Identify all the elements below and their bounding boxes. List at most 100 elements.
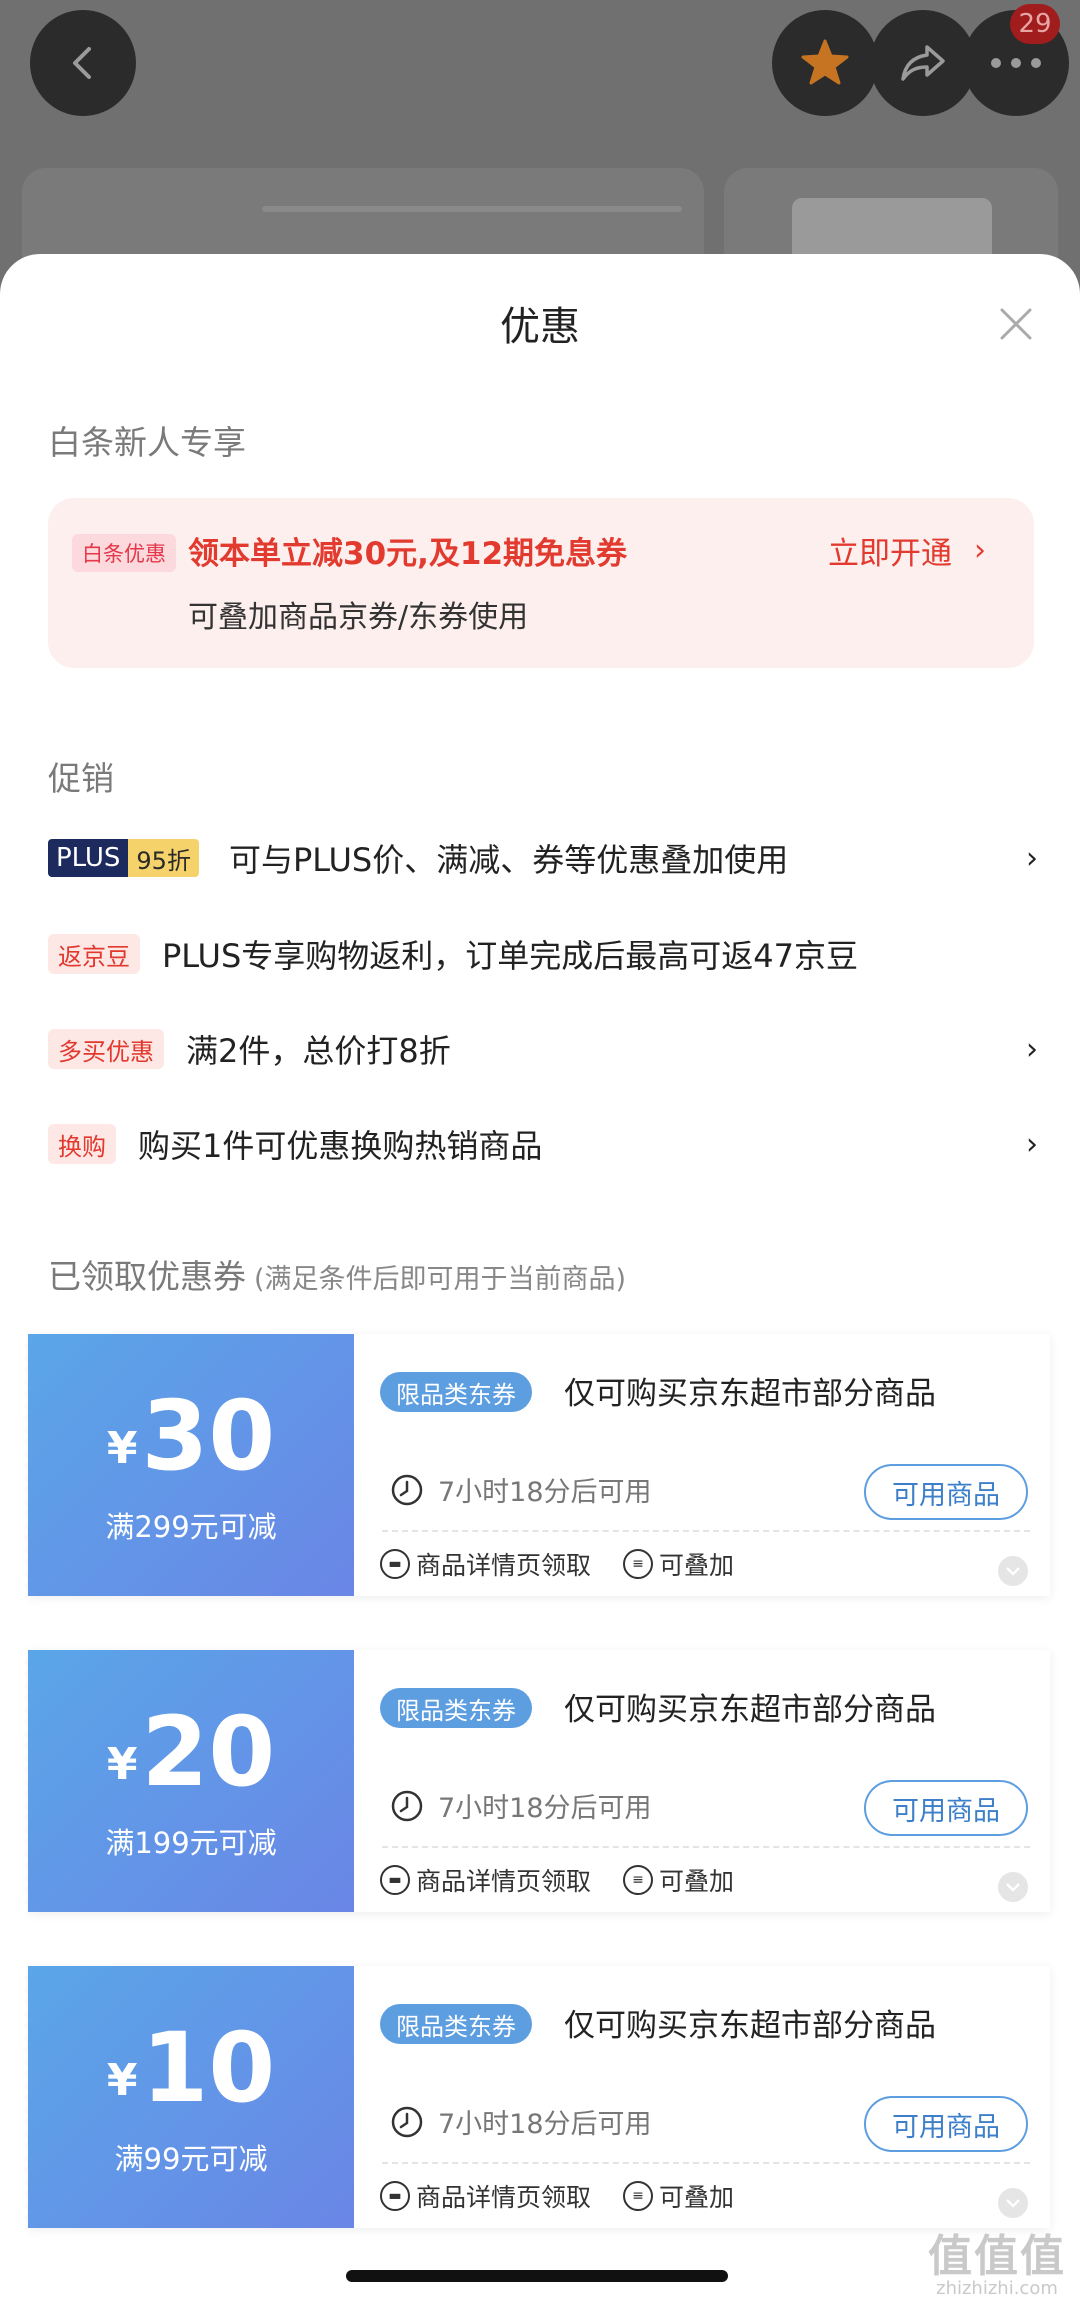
- promo-text: 满2件，总价打8折: [186, 1032, 451, 1070]
- coupon-card: ¥10 满99元可减 限品类东券 仅可购买京东超市部分商品 7小时18分后可用 …: [22, 1966, 1050, 2228]
- chevron-right-icon: ›: [1026, 1031, 1038, 1067]
- coupon-amount: ¥30: [28, 1380, 354, 1492]
- chevron-down-icon: [1006, 2199, 1020, 2208]
- plus-tag-label: PLUS: [48, 839, 129, 877]
- coupon-type-tag: 限品类东券: [380, 1372, 532, 1412]
- coupon-description: 仅可购买京东超市部分商品: [564, 1376, 936, 1412]
- divider: [382, 1530, 1030, 1532]
- star-icon: [801, 39, 849, 85]
- notification-badge: 29: [1010, 4, 1060, 44]
- promo-text: PLUS专享购物返利，订单完成后最高可返47京豆: [162, 937, 858, 975]
- coupon-stackable: 可叠加: [659, 2183, 735, 2212]
- stack-icon: ≡: [623, 1865, 654, 1895]
- watermark: 值值值 zhizhizhi.com: [928, 2220, 1066, 2299]
- promo-tag: 返京豆: [48, 934, 140, 974]
- baitiao-section-title: 白条新人专享: [48, 423, 246, 462]
- coupon-amount-value: 10: [141, 2012, 276, 2124]
- chevron-right-icon: ›: [1026, 840, 1038, 876]
- open-baitiao-label: 立即开通: [828, 536, 952, 572]
- close-icon[interactable]: [996, 304, 1036, 344]
- watermark-site: zhizhizhi.com: [936, 2278, 1058, 2299]
- currency-symbol: ¥: [106, 1739, 138, 1790]
- coupon-value-panel: ¥30 满299元可减: [22, 1334, 354, 1596]
- coupon-time-text: 7小时18分后可用: [438, 1793, 652, 1824]
- expand-toggle[interactable]: [998, 2188, 1028, 2218]
- promo-row-plus[interactable]: PLUS 95折 可与PLUS价、满减、券等优惠叠加使用 ›: [48, 828, 1038, 888]
- coupon-condition: 满299元可减: [105, 1510, 277, 1544]
- coupon-value-panel: ¥10 满99元可减: [22, 1966, 354, 2228]
- coupon-description: 仅可购买京东超市部分商品: [564, 1692, 936, 1728]
- ticket-icon: ▬: [380, 1865, 410, 1895]
- coupon-footer: ▬ 商品详情页领取 ≡ 可叠加: [380, 2178, 734, 2214]
- share-icon: [901, 45, 945, 81]
- promo-row-jingdou: 返京豆 PLUS专享购物返利，订单完成后最高可返47京豆: [48, 924, 1038, 984]
- chevron-left-icon: [73, 47, 91, 79]
- promo-tag: 多买优惠: [48, 1029, 164, 1069]
- promo-tag: 换购: [48, 1124, 116, 1164]
- expand-toggle[interactable]: [998, 1872, 1028, 1902]
- sheet-title: 优惠: [500, 304, 580, 350]
- coupon-footer: ▬ 商品详情页领取 ≡ 可叠加: [380, 1862, 734, 1898]
- coupon-amount: ¥20: [28, 1696, 354, 1808]
- watermark-title: 值值值: [928, 2231, 1066, 2282]
- coupons-section-hint: (满足条件后即可用于当前商品): [254, 1264, 627, 1295]
- chevron-right-icon: ›: [1026, 1126, 1038, 1162]
- coupon-time-text: 7小时18分后可用: [438, 2109, 652, 2140]
- coupon-amount-value: 20: [141, 1696, 276, 1808]
- baitiao-offer-card[interactable]: 白条优惠 领本单立减30元,及12期免息券 可叠加商品京券/东券使用 立即开通 …: [48, 498, 1034, 668]
- promo-text: 可与PLUS价、满减、券等优惠叠加使用: [228, 841, 789, 879]
- expand-toggle[interactable]: [998, 1556, 1028, 1586]
- coupon-amount-value: 30: [141, 1380, 276, 1492]
- coupon-type-tag: 限品类东券: [380, 1688, 532, 1728]
- available-products-button[interactable]: 可用商品: [864, 1780, 1028, 1836]
- promo-row-exchange[interactable]: 换购 购买1件可优惠换购热销商品 ›: [48, 1114, 1038, 1174]
- coupon-stackable: 可叠加: [659, 1867, 735, 1896]
- open-baitiao-button[interactable]: 立即开通 ›: [828, 528, 986, 573]
- promo-section-title: 促销: [48, 759, 114, 798]
- available-products-button[interactable]: 可用商品: [864, 1464, 1028, 1520]
- ticket-icon: ▬: [380, 2181, 410, 2211]
- favorite-button[interactable]: [772, 10, 878, 116]
- coupon-card: ¥30 满299元可减 限品类东券 仅可购买京东超市部分商品 7小时18分后可用…: [22, 1334, 1050, 1596]
- currency-symbol: ¥: [106, 1423, 138, 1474]
- available-products-button[interactable]: 可用商品: [864, 2096, 1028, 2152]
- baitiao-offer-text: 领本单立减30元,及12期免息券: [188, 536, 628, 572]
- coupon-time-text: 7小时18分后可用: [438, 1477, 652, 1508]
- stack-icon: ≡: [623, 2181, 654, 2211]
- coupon-type-tag: 限品类东券: [380, 2004, 532, 2044]
- divider: [382, 2162, 1030, 2164]
- home-indicator[interactable]: [346, 2270, 728, 2282]
- chevron-right-icon: ›: [974, 533, 986, 568]
- divider: [382, 1846, 1030, 1848]
- clock-icon: [391, 1474, 423, 1505]
- coupon-card: ¥20 满199元可减 限品类东券 仅可购买京东超市部分商品 7小时18分后可用…: [22, 1650, 1050, 1912]
- coupons-section-title: 已领取优惠券 (满足条件后即可用于当前商品): [48, 1250, 626, 1298]
- coupons-section-label: 已领取优惠券: [48, 1257, 246, 1296]
- plus-discount-tag: PLUS 95折: [48, 839, 199, 877]
- coupon-source: 商品详情页领取: [416, 2183, 592, 2212]
- promo-text: 购买1件可优惠换购热销商品: [138, 1127, 543, 1165]
- ticket-icon: ▬: [380, 1549, 410, 1579]
- clock-icon: [391, 2106, 423, 2137]
- back-button[interactable]: [30, 10, 136, 116]
- coupon-stackable: 可叠加: [659, 1551, 735, 1580]
- coupon-value-panel: ¥20 满199元可减: [22, 1650, 354, 1912]
- baitiao-tag: 白条优惠: [72, 534, 176, 572]
- coupon-time: 7小时18分后可用: [390, 2102, 652, 2141]
- coupon-time: 7小时18分后可用: [390, 1786, 652, 1825]
- stack-icon: ≡: [623, 1549, 654, 1579]
- promo-row-multibuy[interactable]: 多买优惠 满2件，总价打8折 ›: [48, 1019, 1038, 1079]
- coupon-source: 商品详情页领取: [416, 1551, 592, 1580]
- currency-symbol: ¥: [106, 2055, 138, 2106]
- coupon-amount: ¥10: [28, 2012, 354, 2124]
- coupon-footer: ▬ 商品详情页领取 ≡ 可叠加: [380, 1546, 734, 1582]
- share-button[interactable]: [870, 10, 976, 116]
- more-dots-icon: [991, 58, 1041, 68]
- coupon-time: 7小时18分后可用: [390, 1470, 652, 1509]
- chevron-down-icon: [1006, 1883, 1020, 1892]
- chevron-down-icon: [1006, 1567, 1020, 1576]
- coupon-description: 仅可购买京东超市部分商品: [564, 2008, 936, 2044]
- plus-tag-discount: 95折: [128, 839, 199, 877]
- discount-sheet: 优惠 白条新人专享 白条优惠 领本单立减30元,及12期免息券 可叠加商品京券/…: [0, 254, 1080, 2300]
- coupon-condition: 满199元可减: [105, 1826, 277, 1860]
